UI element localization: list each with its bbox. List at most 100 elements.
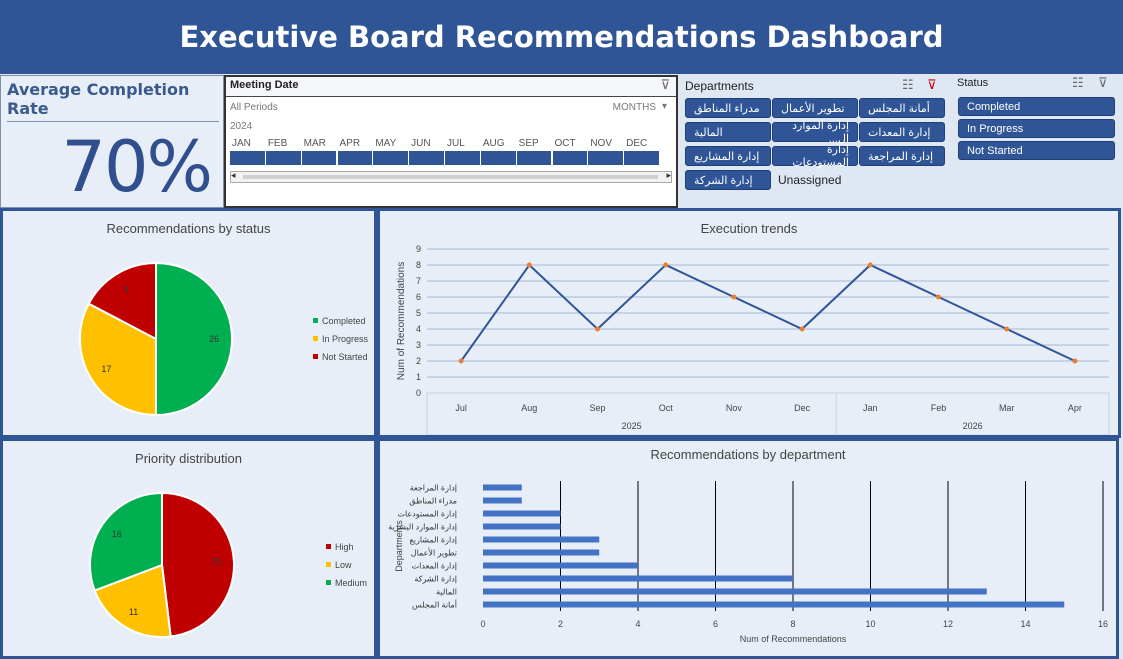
y-tick-label: المالية	[436, 588, 457, 597]
y-tick-label: إدارة المستودعات	[397, 510, 457, 520]
timeline-month-label: OCT	[554, 138, 576, 149]
timeline-month-cell[interactable]	[409, 151, 444, 165]
timeline-month-cell[interactable]	[624, 151, 659, 165]
multi-select-icon[interactable]: ☷	[902, 77, 914, 93]
legend-label: Medium	[335, 578, 367, 588]
timeline-month-cell[interactable]	[516, 151, 552, 165]
meeting-date-timeline[interactable]: Meeting Date ⊽ All Periods MONTHS ▾ 2024…	[224, 75, 678, 208]
legend-swatch	[313, 318, 318, 323]
x-tick-label: Jan	[863, 403, 878, 413]
execution-trends-chart: 0 1 2 3 4 5 6 7 8 9 Jul Aug Sep Oct Nov Dec Jan Feb Mar Apr…	[396, 244, 1110, 435]
legend-label: Not Started	[322, 352, 368, 362]
data-point	[663, 262, 669, 268]
bar	[483, 601, 1065, 608]
department-button[interactable]: إدارة الشركة	[685, 170, 771, 190]
pie-data-label: 11	[129, 607, 138, 617]
y-tick-label: 9	[416, 244, 421, 254]
y-tick-label: 6	[416, 292, 421, 302]
scroll-right-icon[interactable]: ▸	[666, 170, 671, 181]
timeline-level-dropdown[interactable]: MONTHS	[613, 102, 656, 113]
timeline-month-labels: JAN FEB MAR APR MAY JUN JUL AUG SEP OCT NOV DEC	[230, 138, 660, 150]
department-button[interactable]: أمانة المجلس	[859, 98, 945, 118]
data-point	[867, 262, 873, 268]
clear-filter-icon[interactable]: ⊽	[927, 77, 937, 93]
y-axis-label: Departments	[394, 520, 404, 572]
department-button[interactable]: إدارة المعدات	[859, 122, 945, 142]
y-axis-label: Num of Recommendations	[396, 262, 407, 380]
x-tick-label: Oct	[659, 403, 674, 413]
bar	[483, 484, 522, 491]
scroll-left-icon[interactable]: ◂	[231, 170, 236, 181]
timeline-month-cell[interactable]	[265, 151, 301, 165]
department-button[interactable]: إدارة الموارد ال...	[772, 120, 858, 145]
status-button-not-started[interactable]: Not Started	[958, 141, 1115, 160]
department-button[interactable]: مدراء المناطق	[685, 98, 771, 118]
timeline-month-cell[interactable]	[373, 151, 409, 165]
timeline-month-cell[interactable]	[337, 151, 373, 165]
priority-pie-chart: 25 11 16 High Low Medium	[89, 491, 367, 638]
bar	[483, 549, 600, 556]
timeline-month-bar[interactable]	[230, 151, 660, 165]
pie-data-label: 25	[212, 557, 222, 567]
x-tick-label: Apr	[1068, 403, 1082, 413]
clear-filter-icon[interactable]: ⊽	[660, 77, 670, 93]
data-point	[526, 262, 532, 268]
y-tick-label: إدارة المعدات	[412, 562, 457, 572]
bar	[483, 510, 561, 517]
x-tick-label: Aug	[521, 403, 537, 413]
x-tick-label: 0	[480, 619, 485, 629]
clear-filter-icon[interactable]: ⊽	[1098, 75, 1108, 91]
department-button-unassigned[interactable]: Unassigned	[772, 170, 858, 190]
pie-data-label: 16	[112, 529, 122, 539]
x-tick-label: Feb	[931, 403, 947, 413]
x-tick-label: Nov	[726, 403, 743, 413]
timeline-period-label: All Periods	[230, 102, 278, 113]
timeline-month-cell[interactable]	[230, 151, 265, 165]
x-tick-label: 2	[558, 619, 563, 629]
y-tick-label: أمانة المجلس	[412, 600, 457, 610]
x-group-label: 2025	[622, 421, 642, 431]
departments-slicer: Departments ☷ ⊽ أمانة المجلس تطوير الأعم…	[680, 75, 950, 208]
status-pie-panel: Recommendations by status 26 17 9 Completed…	[0, 208, 377, 438]
data-point	[936, 294, 941, 300]
department-button[interactable]: المالية	[685, 122, 771, 142]
priority-pie-panel: Priority distribution 25 11 16 High Low Mediu…	[0, 438, 377, 659]
y-tick-label: 7	[416, 276, 421, 286]
department-button[interactable]: إدارة المستودعات	[772, 144, 858, 169]
legend-label: Low	[335, 560, 352, 570]
bar	[483, 588, 987, 595]
pie-data-label: 26	[209, 334, 219, 344]
bar	[483, 523, 561, 530]
department-bar-chart: 0 2 4 6 8 10 12 14 16 إدارة المراجعة مدراء المناطق…	[388, 481, 1108, 644]
timeline-month-label: JUN	[411, 138, 431, 149]
y-tick-label: 8	[416, 260, 421, 270]
pie-slice	[155, 261, 233, 417]
legend-swatch	[326, 580, 331, 585]
scroll-thumb[interactable]	[243, 175, 658, 179]
legend-swatch	[326, 562, 331, 567]
data-point	[799, 326, 805, 332]
y-tick-label: 2	[416, 356, 421, 366]
timeline-month-cell[interactable]	[301, 151, 337, 165]
department-button[interactable]: إدارة المراجعة	[859, 146, 945, 166]
multi-select-icon[interactable]: ☷	[1072, 75, 1084, 91]
timeline-scrollbar[interactable]: ◂ ▸	[230, 170, 672, 183]
x-tick-label: 10	[865, 619, 875, 629]
department-button[interactable]: إدارة المشاريع	[685, 146, 771, 166]
pie-slice	[161, 491, 235, 638]
status-button-completed[interactable]: Completed	[958, 97, 1115, 116]
y-tick-label: إدارة الشركة	[414, 575, 457, 585]
bar	[483, 562, 638, 569]
y-tick-label: 0	[416, 388, 421, 398]
timeline-month-cell[interactable]	[480, 151, 516, 165]
timeline-month-cell[interactable]	[445, 151, 480, 165]
chevron-down-icon[interactable]: ▾	[662, 101, 667, 112]
timeline-title: Meeting Date	[230, 79, 299, 91]
departments-slicer-title: Departments	[685, 79, 754, 93]
timeline-month-label: NOV	[590, 138, 612, 149]
timeline-month-cell[interactable]	[552, 151, 588, 165]
y-tick-label: تطوير الأعمال	[411, 548, 457, 558]
timeline-month-cell[interactable]	[588, 151, 624, 165]
department-button[interactable]: تطوير الأعمال	[772, 98, 858, 118]
status-button-in-progress[interactable]: In Progress	[958, 119, 1115, 138]
